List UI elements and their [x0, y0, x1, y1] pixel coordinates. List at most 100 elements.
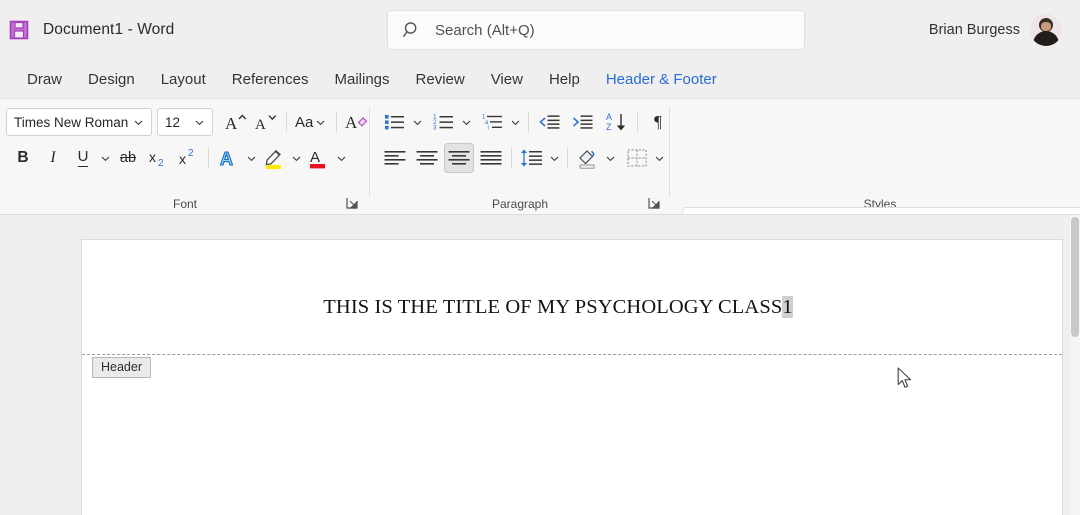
change-case-button[interactable]: Aa	[292, 107, 331, 137]
paragraph-divider-3	[511, 148, 512, 168]
font-name-combo[interactable]: Times New Roman	[6, 108, 152, 136]
document-page[interactable]: THIS IS THE TITLE OF MY PSYCHOLOGY CLASS…	[81, 239, 1063, 515]
chevron-down-icon[interactable]	[192, 107, 207, 137]
word-window: Document1 - Word Search (Alt+Q) Brian Bu…	[0, 0, 1080, 515]
paragraph-divider-4	[567, 148, 568, 168]
search-input-placeholder: Search (Alt+Q)	[435, 22, 535, 39]
chevron-down-icon[interactable]	[547, 143, 562, 173]
header-title-label: THIS IS THE TITLE OF MY PSYCHOLOGY CLASS	[323, 296, 782, 318]
svg-text:x: x	[149, 149, 156, 165]
document-canvas[interactable]: THIS IS THE TITLE OF MY PSYCHOLOGY CLASS…	[0, 214, 1080, 515]
borders-icon[interactable]	[622, 143, 652, 173]
font-dialog-launcher[interactable]	[346, 197, 360, 211]
avatar-body	[1033, 31, 1059, 46]
decrease-indent-icon[interactable]	[534, 107, 564, 137]
multilevel-list-icon[interactable]: 1 a i	[478, 107, 508, 137]
line-spacing-icon[interactable]	[517, 143, 547, 173]
chevron-down-icon[interactable]	[508, 107, 523, 137]
svg-text:Z: Z	[606, 122, 612, 132]
group-label-font: Font	[0, 197, 370, 211]
chevron-down-icon[interactable]	[334, 143, 349, 173]
chevron-down-icon[interactable]	[244, 143, 259, 173]
grow-font-button[interactable]: A	[221, 107, 251, 137]
svg-text:i: i	[488, 125, 489, 131]
save-floppy-icon[interactable]	[5, 16, 33, 44]
tab-mailings[interactable]: Mailings	[321, 68, 402, 91]
svg-text:A: A	[345, 113, 358, 132]
tab-layout[interactable]: Layout	[148, 68, 219, 91]
numbering-icon[interactable]: 1 2 3	[429, 107, 459, 137]
tab-references[interactable]: References	[219, 68, 322, 91]
underline-label: U	[78, 149, 89, 167]
font-color-icon[interactable]: A	[304, 143, 334, 173]
chevron-down-icon[interactable]	[459, 107, 474, 137]
paragraph-dialog-launcher[interactable]	[648, 197, 662, 211]
font-size-combo[interactable]: 12	[157, 108, 213, 136]
document-title: Document1 - Word	[43, 21, 174, 39]
svg-text:A: A	[606, 112, 612, 122]
tab-header-and-footer[interactable]: Header & Footer	[593, 68, 730, 91]
font-name-value: Times New Roman	[14, 115, 128, 130]
chevron-down-icon[interactable]	[289, 143, 304, 173]
account-area[interactable]: Brian Burgess	[929, 10, 1062, 50]
bold-button[interactable]: B	[8, 143, 38, 173]
header-boundary-divider	[82, 354, 1062, 355]
italic-label: I	[50, 149, 55, 167]
chevron-down-icon[interactable]	[131, 107, 146, 137]
tab-design[interactable]: Design	[75, 68, 148, 91]
chevron-down-icon[interactable]	[410, 107, 425, 137]
align-center-icon-unselected[interactable]	[412, 143, 442, 173]
increase-indent-icon[interactable]	[567, 107, 597, 137]
bullets-icon[interactable]	[380, 107, 410, 137]
header-title-text[interactable]: THIS IS THE TITLE OF MY PSYCHOLOGY CLASS…	[82, 296, 1062, 319]
ribbon-group-styles: Styles	[670, 99, 1080, 215]
ribbon: Times New Roman 12 A	[0, 98, 1080, 214]
bold-label: B	[17, 149, 28, 167]
shrink-font-button[interactable]: A	[251, 107, 281, 137]
title-bar: Document1 - Word Search (Alt+Q) Brian Bu…	[0, 0, 1080, 60]
strikethrough-label: ab	[120, 150, 136, 166]
font-divider-3	[208, 148, 209, 168]
ribbon-group-font: Times New Roman 12 A	[0, 99, 370, 215]
align-center-icon[interactable]	[444, 143, 474, 173]
ribbon-tab-bar: Draw Design Layout References Mailings R…	[0, 60, 1080, 98]
text-effects-icon[interactable]: A	[214, 143, 244, 173]
svg-text:A: A	[225, 114, 238, 133]
chevron-down-icon[interactable]	[652, 143, 667, 173]
clear-formatting-icon[interactable]: A	[342, 107, 372, 137]
align-left-icon[interactable]	[380, 143, 410, 173]
scrollbar-thumb[interactable]	[1071, 217, 1079, 337]
justify-icon[interactable]	[476, 143, 506, 173]
paragraph-divider-1	[528, 112, 529, 132]
search-icon	[402, 20, 422, 40]
selected-character: 1	[782, 296, 792, 318]
chevron-down-icon[interactable]	[98, 143, 113, 173]
subscript-button[interactable]: x 2	[143, 143, 173, 173]
tab-help[interactable]: Help	[536, 68, 593, 91]
tab-draw[interactable]: Draw	[14, 68, 75, 91]
chevron-down-icon[interactable]	[603, 143, 618, 173]
tab-review[interactable]: Review	[403, 68, 478, 91]
italic-button[interactable]: I	[38, 143, 68, 173]
font-divider-2	[336, 112, 337, 132]
underline-button[interactable]: U	[68, 143, 98, 173]
group-label-paragraph: Paragraph	[370, 197, 670, 211]
font-size-value: 12	[165, 115, 180, 130]
font-divider-1	[286, 112, 287, 132]
shading-icon[interactable]	[573, 143, 603, 173]
svg-text:3: 3	[433, 124, 437, 131]
search-box[interactable]: Search (Alt+Q)	[387, 10, 805, 50]
avatar[interactable]	[1030, 14, 1062, 46]
vertical-scrollbar[interactable]	[1070, 215, 1080, 515]
ribbon-group-paragraph: 1 2 3 1 a i	[370, 99, 670, 215]
tab-view[interactable]: View	[478, 68, 536, 91]
strikethrough-button[interactable]: ab	[113, 143, 143, 173]
chevron-down-icon[interactable]	[313, 107, 328, 137]
svg-text:A: A	[255, 117, 266, 133]
header-region-tag: Header	[92, 357, 151, 378]
paragraph-divider-2	[637, 112, 638, 132]
superscript-button[interactable]: x 2	[173, 143, 203, 173]
svg-text:2: 2	[188, 148, 194, 159]
sort-icon[interactable]: A Z	[602, 107, 632, 137]
highlight-icon[interactable]	[259, 143, 289, 173]
